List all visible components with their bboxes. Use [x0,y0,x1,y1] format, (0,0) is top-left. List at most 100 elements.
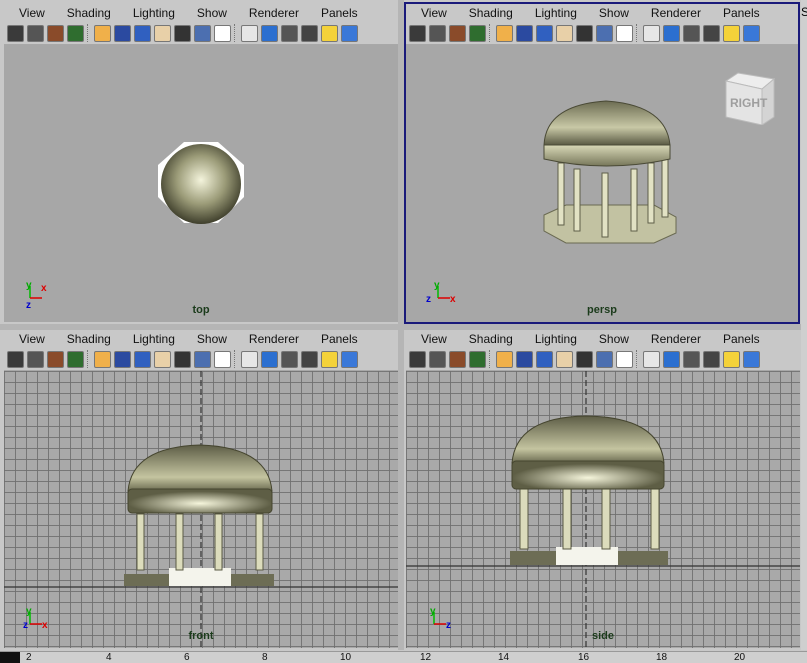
select-camera-icon[interactable] [409,350,426,368]
menu-view[interactable]: View [19,6,45,20]
menu-renderer[interactable]: Renderer [249,332,299,346]
select-camera-icon[interactable] [7,350,24,368]
safe-action-icon[interactable] [154,350,171,368]
menu-show[interactable]: Show [599,332,629,346]
wireframe-on-shaded-icon[interactable] [281,350,298,368]
menu-panels[interactable]: Panels [723,332,760,346]
isolate-select-icon[interactable] [341,24,358,42]
safe-action-icon[interactable] [556,24,573,42]
grid-icon[interactable] [94,24,111,42]
use-lights-icon[interactable] [723,350,740,368]
field-chart-icon[interactable] [576,24,593,42]
bookmark-icon[interactable] [47,350,64,368]
xray-icon[interactable] [301,24,318,42]
resolution-gate-icon[interactable] [536,24,553,42]
resolution-gate-icon[interactable] [536,350,553,368]
viewport-top[interactable]: View Shading Lighting Show Renderer Pane… [4,4,398,322]
menu-lighting[interactable]: Lighting [133,6,175,20]
wireframe-icon[interactable] [643,350,660,368]
field-chart-icon[interactable] [174,350,191,368]
viewport-canvas[interactable]: y x z front [4,371,398,648]
safe-title-icon[interactable] [596,24,613,42]
splitter-horizontal[interactable] [0,324,807,330]
menu-view[interactable]: View [421,6,447,20]
select-camera-icon[interactable] [7,24,24,42]
menu-view[interactable]: View [19,332,45,346]
viewport-front[interactable]: View Shading Lighting Show Renderer Pane… [4,330,398,648]
current-time-marker[interactable] [0,652,20,663]
xray-icon[interactable] [301,350,318,368]
menu-lighting[interactable]: Lighting [535,6,577,20]
smooth-shade-icon[interactable] [663,350,680,368]
grid-icon[interactable] [496,24,513,42]
menu-panels[interactable]: Panels [321,332,358,346]
image-plane-icon[interactable] [67,350,84,368]
film-gate-icon[interactable] [114,24,131,42]
wireframe-on-shaded-icon[interactable] [281,24,298,42]
text-icon[interactable] [214,350,231,368]
image-plane-icon[interactable] [469,24,486,42]
safe-action-icon[interactable] [154,24,171,42]
grid-icon[interactable] [496,350,513,368]
wireframe-on-shaded-icon[interactable] [683,24,700,42]
bookmark-icon[interactable] [449,24,466,42]
menu-renderer[interactable]: Renderer [249,6,299,20]
wireframe-icon[interactable] [241,24,258,42]
xray-icon[interactable] [703,350,720,368]
viewport-canvas[interactable]: y z side [406,371,800,648]
use-lights-icon[interactable] [321,350,338,368]
film-gate-icon[interactable] [114,350,131,368]
film-gate-icon[interactable] [516,24,533,42]
camera-attributes-icon[interactable] [429,350,446,368]
wireframe-icon[interactable] [241,350,258,368]
viewport-canvas[interactable]: RIGHT y x z persp [406,45,798,322]
menu-panels[interactable]: Panels [321,6,358,20]
menu-shading[interactable]: Shading [67,332,111,346]
image-plane-icon[interactable] [469,350,486,368]
use-lights-icon[interactable] [723,24,740,42]
resolution-gate-icon[interactable] [134,350,151,368]
smooth-shade-icon[interactable] [261,24,278,42]
menu-show[interactable]: Show [599,6,629,20]
safe-title-icon[interactable] [194,24,211,42]
menu-renderer[interactable]: Renderer [651,6,701,20]
isolate-select-icon[interactable] [341,350,358,368]
camera-attributes-icon[interactable] [27,350,44,368]
menu-panels[interactable]: Panels [723,6,760,20]
field-chart-icon[interactable] [174,24,191,42]
menu-show[interactable]: Show [197,6,227,20]
safe-action-icon[interactable] [556,350,573,368]
safe-title-icon[interactable] [194,350,211,368]
bookmark-icon[interactable] [449,350,466,368]
isolate-select-icon[interactable] [743,350,760,368]
select-camera-icon[interactable] [409,24,426,42]
menu-view[interactable]: View [421,332,447,346]
menu-lighting[interactable]: Lighting [133,332,175,346]
isolate-select-icon[interactable] [743,24,760,42]
menu-show[interactable]: Show [197,332,227,346]
film-gate-icon[interactable] [516,350,533,368]
resolution-gate-icon[interactable] [134,24,151,42]
viewport-side[interactable]: View Shading Lighting Show Renderer Pane… [406,330,800,648]
safe-title-icon[interactable] [596,350,613,368]
use-lights-icon[interactable] [321,24,338,42]
wireframe-on-shaded-icon[interactable] [683,350,700,368]
menu-shading[interactable]: Shading [469,6,513,20]
text-icon[interactable] [214,24,231,42]
camera-attributes-icon[interactable] [27,24,44,42]
menu-shading[interactable]: Shading [469,332,513,346]
menu-lighting[interactable]: Lighting [535,332,577,346]
viewport-persp[interactable]: View Shading Lighting Show Renderer Pane… [404,2,800,324]
viewcube[interactable]: RIGHT [722,71,776,125]
menu-renderer[interactable]: Renderer [651,332,701,346]
camera-attributes-icon[interactable] [429,24,446,42]
menu-shading[interactable]: Shading [67,6,111,20]
bookmark-icon[interactable] [47,24,64,42]
time-ruler[interactable]: 2 4 6 8 10 12 14 16 18 20 [0,651,807,663]
wireframe-icon[interactable] [643,24,660,42]
smooth-shade-icon[interactable] [663,24,680,42]
text-icon[interactable] [616,350,633,368]
xray-icon[interactable] [703,24,720,42]
smooth-shade-icon[interactable] [261,350,278,368]
text-icon[interactable] [616,24,633,42]
